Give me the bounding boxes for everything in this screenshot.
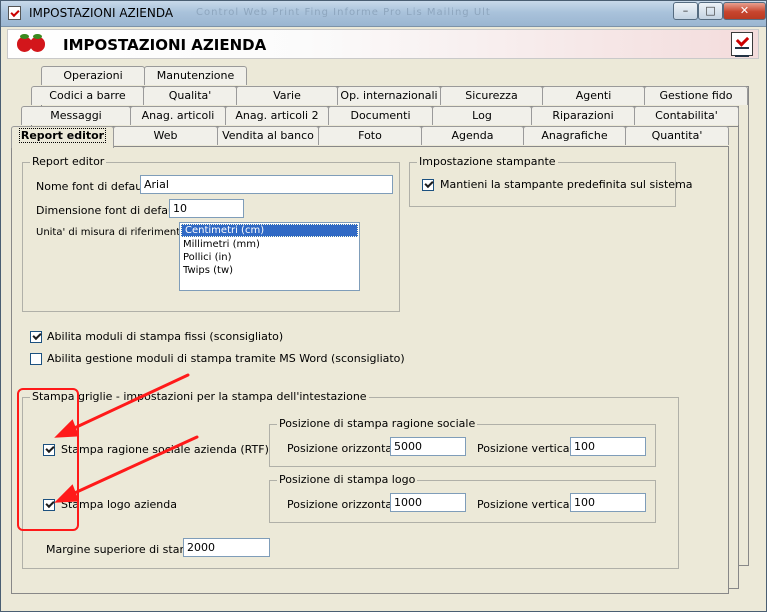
keep-default-printer-checkbox[interactable] (422, 179, 434, 191)
unit-label: Unita' di misura di riferimento (36, 227, 187, 238)
tab-anag-articoli-2[interactable]: Anag. articoli 2 (225, 106, 329, 125)
list-item[interactable]: Millimetri (mm) (180, 238, 359, 251)
report-editor-group: Report editor Nome font di default Arial… (22, 155, 400, 312)
vertical-label: Posizione verticale (477, 442, 580, 455)
tab-codici-a-barre[interactable]: Codici a barre (31, 86, 144, 105)
word-modules-checkbox[interactable] (30, 353, 42, 365)
vertical-label: Posizione verticale (477, 498, 580, 511)
group-title: Impostazione stampante (417, 155, 558, 168)
tab-op-internazionali[interactable]: Op. internazionali (337, 86, 441, 105)
maximize-button[interactable]: □ (698, 2, 723, 20)
title-bar[interactable]: IMPOSTAZIONI AZIENDA Control Web Print F… (1, 1, 766, 27)
tab-contabilita[interactable]: Contabilita' (634, 106, 739, 125)
list-item[interactable]: Pollici (in) (180, 251, 359, 264)
background-menu-ghost: Control Web Print Fing Informe Pro Lis M… (196, 7, 491, 18)
tab-gestione-fido[interactable]: Gestione fido (644, 86, 748, 105)
tab-riparazioni[interactable]: Riparazioni (531, 106, 635, 125)
keep-default-printer-label: Mantieni la stampante predefinita sul si… (440, 178, 693, 191)
tab-manutenzione[interactable]: Manutenzione (144, 66, 247, 85)
tab-messaggi[interactable]: Messaggi (21, 106, 131, 125)
window-title: IMPOSTAZIONI AZIENDA (29, 6, 174, 20)
logo-vertical-input[interactable]: 100 (570, 493, 646, 512)
tab-foto[interactable]: Foto (318, 126, 422, 145)
page-title: IMPOSTAZIONI AZIENDA (63, 36, 267, 54)
tab-agenti[interactable]: Agenti (542, 86, 645, 105)
minimize-button[interactable]: – (673, 2, 698, 20)
grid-print-group: Stampa griglie - impostazioni per la sta… (22, 390, 679, 569)
tab-anagrafiche[interactable]: Anagrafiche (523, 126, 626, 145)
app-icon (8, 6, 21, 20)
group-title: Report editor (30, 155, 107, 168)
horizontal-label: Posizione orizzontale (287, 498, 402, 511)
tab-sicurezza[interactable]: Sicurezza (440, 86, 543, 105)
font-label: Nome font di default (36, 180, 150, 193)
top-margin-input[interactable]: 2000 (183, 538, 270, 557)
tab-documenti[interactable]: Documenti (328, 106, 433, 125)
printer-group: Impostazione stampante Mantieni la stamp… (409, 155, 693, 207)
top-margin-label: Margine superiore di stampa (46, 543, 204, 556)
list-item[interactable]: Centimetri (cm) (181, 224, 358, 237)
tab-varie[interactable]: Varie (236, 86, 338, 105)
fixed-modules-checkbox[interactable] (30, 331, 42, 343)
font-size-input[interactable]: 10 (169, 199, 244, 218)
font-size-label: Dimensione font di default (36, 204, 183, 217)
report-editor-panel: Report editor Nome font di default Arial… (11, 146, 729, 594)
list-item[interactable]: Twips (tw) (180, 264, 359, 277)
fixed-modules-label: Abilita moduli di stampa fissi (sconsigl… (47, 330, 284, 343)
tab-log[interactable]: Log (432, 106, 532, 125)
tab-agenda[interactable]: Agenda (421, 126, 524, 145)
unit-listbox[interactable]: Centimetri (cm) Millimetri (mm) Pollici … (179, 222, 360, 291)
tab-quantita[interactable]: Quantita' (625, 126, 729, 145)
font-input[interactable]: Arial (140, 175, 393, 194)
name-vertical-input[interactable]: 100 (570, 437, 646, 456)
main-window: IMPOSTAZIONI AZIENDA Control Web Print F… (0, 0, 767, 612)
group-title: Posizione di stampa ragione sociale (277, 417, 478, 430)
tab-report-editor[interactable]: Report editor (11, 126, 114, 148)
close-button[interactable]: ✕ (723, 2, 766, 20)
strawberry-icon (30, 34, 45, 52)
checklist-icon (731, 32, 753, 57)
name-horizontal-input[interactable]: 5000 (390, 437, 466, 456)
horizontal-label: Posizione orizzontale (287, 442, 402, 455)
word-modules-label: Abilita gestione moduli di stampa tramit… (47, 352, 405, 365)
group-title: Posizione di stampa logo (277, 473, 418, 486)
tab-operazioni[interactable]: Operazioni (41, 66, 145, 85)
tab-web[interactable]: Web (113, 126, 218, 145)
tab-qualita[interactable]: Qualita' (143, 86, 237, 105)
annotation-highlight-box (17, 388, 79, 531)
tab-vendita-al-banco[interactable]: Vendita al banco (217, 126, 319, 145)
tab-anag-articoli[interactable]: Anag. articoli (130, 106, 226, 125)
header-banner: IMPOSTAZIONI AZIENDA (7, 29, 759, 59)
logo-horizontal-input[interactable]: 1000 (390, 493, 466, 512)
name-position-group: Posizione di stampa ragione sociale Posi… (269, 417, 656, 467)
group-title: Stampa griglie - impostazioni per la sta… (30, 390, 369, 403)
company-name-label: Stampa ragione sociale azienda (RTF) (61, 443, 269, 456)
logo-position-group: Posizione di stampa logo Posizione orizz… (269, 473, 656, 523)
